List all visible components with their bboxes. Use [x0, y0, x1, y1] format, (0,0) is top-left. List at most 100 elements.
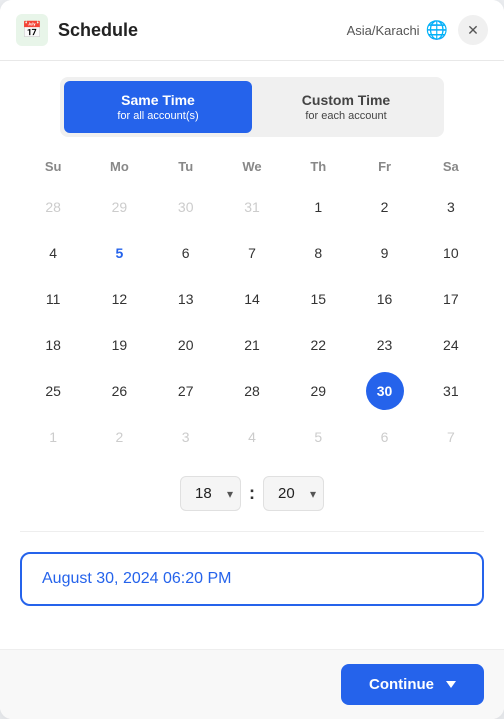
- calendar-day[interactable]: 17: [432, 280, 470, 318]
- cal-cell-wrapper: 2: [86, 414, 152, 460]
- calendar-day[interactable]: 5: [100, 234, 138, 272]
- calendar-day[interactable]: 28: [233, 372, 271, 410]
- calendar-day[interactable]: 10: [432, 234, 470, 272]
- calendar-day[interactable]: 30: [366, 372, 404, 410]
- calendar-day[interactable]: 31: [432, 372, 470, 410]
- calendar-day[interactable]: 23: [366, 326, 404, 364]
- header-su: Su: [20, 153, 86, 180]
- cal-cell-wrapper: 2: [351, 184, 417, 230]
- calendar-day[interactable]: 21: [233, 326, 271, 364]
- minute-select[interactable]: 000510 152025 303540 455055: [263, 476, 324, 511]
- cal-cell-wrapper: 18: [20, 322, 86, 368]
- timezone-text: Asia/Karachi: [347, 23, 420, 38]
- cal-cell-wrapper: 25: [20, 368, 86, 414]
- cal-cell-wrapper: 30: [351, 368, 417, 414]
- calendar-day[interactable]: 3: [432, 188, 470, 226]
- cal-cell-wrapper: 27: [153, 368, 219, 414]
- cal-cell-wrapper: 10: [418, 230, 484, 276]
- calendar-day[interactable]: 28: [34, 188, 72, 226]
- hour-select[interactable]: 000102 030405 060708 091011 121314 15161…: [180, 476, 241, 511]
- cal-cell-wrapper: 29: [86, 184, 152, 230]
- calendar-day[interactable]: 22: [299, 326, 337, 364]
- calendar-day[interactable]: 27: [167, 372, 205, 410]
- cal-cell-wrapper: 22: [285, 322, 351, 368]
- calendar-day[interactable]: 2: [100, 418, 138, 456]
- date-display-text: August 30, 2024 06:20 PM: [42, 570, 231, 587]
- calendar-day[interactable]: 16: [366, 280, 404, 318]
- cal-cell-wrapper: 23: [351, 322, 417, 368]
- calendar-day[interactable]: 24: [432, 326, 470, 364]
- calendar-day[interactable]: 14: [233, 280, 271, 318]
- window-title: Schedule: [58, 20, 347, 41]
- title-bar: 📅 Schedule Asia/Karachi 🌐 ✕: [0, 0, 504, 61]
- tab-same-time[interactable]: Same Time for all account(s): [64, 81, 252, 133]
- tab-custom-time[interactable]: Custom Time for each account: [252, 81, 440, 133]
- close-button[interactable]: ✕: [458, 15, 488, 45]
- calendar-icon: 📅: [16, 14, 48, 46]
- cal-cell-wrapper: 15: [285, 276, 351, 322]
- calendar-day[interactable]: 9: [366, 234, 404, 272]
- header-th: Th: [285, 153, 351, 180]
- calendar-day[interactable]: 18: [34, 326, 72, 364]
- calendar-day[interactable]: 1: [34, 418, 72, 456]
- calendar-day[interactable]: 29: [299, 372, 337, 410]
- calendar-day[interactable]: 19: [100, 326, 138, 364]
- calendar-day[interactable]: 6: [366, 418, 404, 456]
- continue-button[interactable]: Continue: [341, 664, 484, 705]
- cal-cell-wrapper: 8: [285, 230, 351, 276]
- calendar-day[interactable]: 1: [299, 188, 337, 226]
- arrow-down-icon: [446, 681, 456, 688]
- calendar-day[interactable]: 2: [366, 188, 404, 226]
- cal-cell-wrapper: 9: [351, 230, 417, 276]
- time-colon: :: [249, 483, 255, 504]
- calendar-day[interactable]: 4: [233, 418, 271, 456]
- calendar-day[interactable]: 7: [432, 418, 470, 456]
- cal-cell-wrapper: 24: [418, 322, 484, 368]
- calendar-day[interactable]: 26: [100, 372, 138, 410]
- cal-cell-wrapper: 30: [153, 184, 219, 230]
- calendar-day[interactable]: 11: [34, 280, 72, 318]
- calendar-day[interactable]: 5: [299, 418, 337, 456]
- globe-icon: 🌐: [426, 20, 448, 41]
- calendar-day[interactable]: 30: [167, 188, 205, 226]
- cal-cell-wrapper: 17: [418, 276, 484, 322]
- cal-cell-wrapper: 31: [219, 184, 285, 230]
- footer: Continue: [0, 649, 504, 719]
- cal-cell-wrapper: 5: [86, 230, 152, 276]
- cal-cell-wrapper: 13: [153, 276, 219, 322]
- calendar-day[interactable]: 12: [100, 280, 138, 318]
- time-picker: 000102 030405 060708 091011 121314 15161…: [0, 476, 504, 511]
- cal-cell-wrapper: 26: [86, 368, 152, 414]
- cal-cell-wrapper: 4: [219, 414, 285, 460]
- cal-cell-wrapper: 21: [219, 322, 285, 368]
- cal-cell-wrapper: 28: [20, 184, 86, 230]
- cal-cell-wrapper: 6: [153, 230, 219, 276]
- header-mo: Mo: [86, 153, 152, 180]
- tab-bar: Same Time for all account(s) Custom Time…: [60, 77, 444, 137]
- calendar-day[interactable]: 20: [167, 326, 205, 364]
- calendar-day[interactable]: 4: [34, 234, 72, 272]
- header-fr: Fr: [351, 153, 417, 180]
- calendar-day[interactable]: 3: [167, 418, 205, 456]
- cal-cell-wrapper: 7: [418, 414, 484, 460]
- calendar-day[interactable]: 8: [299, 234, 337, 272]
- cal-cell-wrapper: 1: [20, 414, 86, 460]
- cal-cell-wrapper: 20: [153, 322, 219, 368]
- tab-custom-time-main: Custom Time: [264, 91, 428, 109]
- calendar-day[interactable]: 6: [167, 234, 205, 272]
- cal-cell-wrapper: 16: [351, 276, 417, 322]
- timezone-badge: Asia/Karachi 🌐: [347, 20, 448, 41]
- cal-cell-wrapper: 31: [418, 368, 484, 414]
- calendar-day[interactable]: 15: [299, 280, 337, 318]
- schedule-window: 📅 Schedule Asia/Karachi 🌐 ✕ Same Time fo…: [0, 0, 504, 719]
- tab-same-time-main: Same Time: [76, 91, 240, 109]
- cal-cell-wrapper: 19: [86, 322, 152, 368]
- calendar-day[interactable]: 29: [100, 188, 138, 226]
- calendar-day[interactable]: 31: [233, 188, 271, 226]
- calendar-day[interactable]: 13: [167, 280, 205, 318]
- calendar-day[interactable]: 7: [233, 234, 271, 272]
- calendar-grid: 2829303112345678910111213141516171819202…: [20, 184, 484, 460]
- date-display: August 30, 2024 06:20 PM: [20, 552, 484, 606]
- calendar-day[interactable]: 25: [34, 372, 72, 410]
- cal-cell-wrapper: 3: [153, 414, 219, 460]
